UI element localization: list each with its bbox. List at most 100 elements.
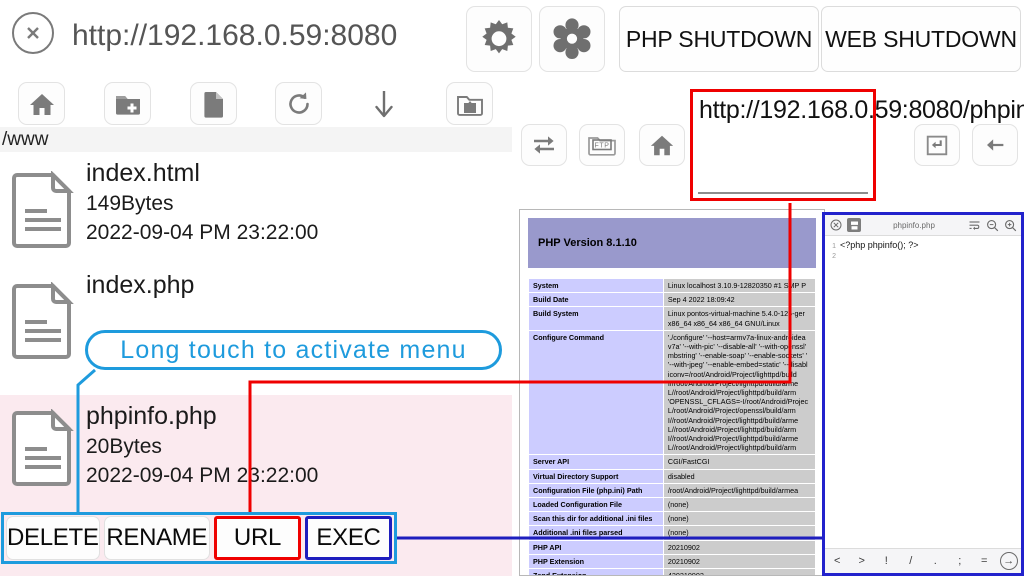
phpinfo-key: Zend Extension: [528, 568, 664, 575]
file-name: index.php: [86, 271, 195, 299]
phpinfo-key: Server API: [528, 454, 664, 470]
url-underline: [698, 192, 868, 194]
line-number: 2: [832, 253, 836, 260]
context-action-bar: DELETE RENAME URL EXEC: [1, 512, 397, 564]
phpinfo-value: disabled: [662, 468, 817, 484]
phpinfo-row: Server API CGI/FastCGI: [528, 454, 817, 470]
phpinfo-value: (none): [662, 497, 817, 513]
phpinfo-value: Sep 4 2022 18:09:42: [662, 292, 817, 308]
phpinfo-key: Build System: [528, 306, 664, 331]
phpinfo-row: Virtual Directory Support disabled: [528, 468, 817, 484]
phpinfo-row: Configure Command './configure' '--host=a…: [528, 329, 817, 456]
zoom-out-icon[interactable]: [985, 218, 999, 232]
top-url-bar: http://192.168.0.59:8080 PHP SHUTDOWN WE…: [0, 0, 1024, 78]
current-path-label: /www: [0, 127, 512, 152]
file-date: 2022-09-04 PM 23:22:00: [86, 221, 319, 244]
phpinfo-key: PHP Extension: [528, 553, 664, 570]
key-lt[interactable]: <: [828, 555, 846, 567]
phpinfo-key: Configuration File (php.ini) Path: [528, 482, 664, 499]
long-touch-callout: Long touch to activate menu: [85, 330, 502, 370]
phpinfo-value: /root/Android/Project/lighttpd/build/arm…: [662, 482, 817, 499]
file-name: index.html: [86, 159, 200, 187]
enter-arrow-icon[interactable]: →: [999, 552, 1018, 570]
web-shutdown-button[interactable]: WEB SHUTDOWN: [821, 6, 1021, 72]
phpinfo-value: Linux pontos-virtual-machine 5.4.0-125-g…: [662, 306, 817, 331]
phpinfo-key: Configure Command: [528, 329, 664, 456]
file-list-item[interactable]: index.html 149Bytes 2022-09-04 PM 23:22:…: [0, 152, 512, 262]
new-file-icon[interactable]: [190, 82, 237, 125]
phpinfo-row: Zend Extension 420210902: [528, 568, 817, 575]
rename-button[interactable]: RENAME: [103, 516, 210, 560]
file-name: phpinfo.php: [86, 402, 217, 430]
zoom-in-icon[interactable]: [1003, 218, 1017, 232]
phpinfo-key: Virtual Directory Support: [528, 468, 664, 484]
phpinfo-key: System: [528, 277, 664, 294]
key-equals[interactable]: =: [975, 555, 993, 567]
file-size: 149Bytes: [86, 192, 174, 215]
phpinfo-panel[interactable]: PHP Version 8.1.10 System Linux localhost…: [519, 209, 825, 576]
key-gt[interactable]: >: [853, 555, 871, 567]
phpinfo-row: Build Date Sep 4 2022 18:09:42: [528, 292, 817, 308]
editor-line: 2: [825, 253, 1021, 266]
phpinfo-row: Configuration File (php.ini) Path/root/A…: [528, 482, 817, 499]
key-bang[interactable]: !: [877, 555, 895, 567]
phpinfo-key: Build Date: [528, 292, 664, 308]
phpinfo-row: PHP Extension 20210902: [528, 553, 817, 570]
phpinfo-key: Additional .ini files parsed: [528, 525, 664, 541]
server-url-label: http://192.168.0.59:8080: [72, 19, 398, 52]
phpinfo-value: Linux localhost 3.10.9-12820350 #1 SMP P: [662, 277, 817, 294]
phpinfo-value: 20210902: [662, 539, 817, 555]
gear-outline-icon[interactable]: [466, 6, 532, 72]
new-folder-icon[interactable]: [104, 82, 151, 125]
phpinfo-key: PHP API: [528, 539, 664, 555]
close-circle-icon[interactable]: [829, 218, 843, 232]
phpinfo-key: Loaded Configuration File: [528, 497, 664, 513]
delete-button[interactable]: DELETE: [6, 516, 100, 560]
url-annotation-box: http://192.168.0.59:8080/phpinfo.php: [690, 89, 1024, 201]
file-icon: [0, 395, 86, 495]
line-number: 1: [832, 243, 836, 250]
file-list-item-selected[interactable]: phpinfo.php 20Bytes 2022-09-04 PM 23:22:…: [0, 395, 512, 495]
home-icon[interactable]: [639, 124, 685, 166]
phpinfo-value: 420210902: [662, 568, 817, 575]
file-size: 20Bytes: [86, 435, 162, 458]
phpinfo-row: Loaded Configuration File (none): [528, 497, 817, 513]
word-wrap-icon[interactable]: [967, 218, 981, 232]
file-icon: [0, 264, 86, 372]
phpinfo-value: (none): [662, 511, 817, 527]
back-arrow-icon[interactable]: [972, 124, 1018, 166]
url-annotation-text: http://192.168.0.59:8080/phpinfo.php: [699, 96, 1024, 124]
file-icon: [0, 152, 86, 262]
ftp-icon[interactable]: FTP: [579, 124, 625, 166]
gear-solid-icon[interactable]: [539, 6, 605, 72]
close-circle-icon[interactable]: [12, 12, 54, 54]
transfer-icon[interactable]: [521, 124, 567, 166]
phpinfo-value: CGI/FastCGI: [662, 454, 817, 470]
phpinfo-row: System Linux localhost 3.10.9-12820350 #1…: [528, 277, 817, 294]
exec-button[interactable]: EXEC: [304, 516, 392, 560]
phpinfo-value: (none): [662, 525, 817, 541]
phpinfo-key: Scan this dir for additional .ini files: [528, 511, 664, 527]
save-disk-icon[interactable]: [847, 218, 861, 232]
phpinfo-value: 20210902: [662, 553, 817, 570]
phpinfo-value: './configure' '--host=armv7a-linux-andro…: [662, 329, 817, 456]
editor-code-area[interactable]: 1 <?php phpinfo(); ?> 2: [825, 236, 1021, 532]
home-icon[interactable]: [18, 82, 65, 125]
php-shutdown-button[interactable]: PHP SHUTDOWN: [619, 6, 819, 72]
file-date: 2022-09-04 PM 23:22:00: [86, 464, 319, 487]
php-version-header: PHP Version 8.1.10: [528, 218, 816, 268]
key-slash[interactable]: /: [902, 555, 920, 567]
phpinfo-row: Additional .ini files parsed (none): [528, 525, 817, 541]
editor-file-title: phpinfo.php: [893, 220, 935, 230]
url-button[interactable]: URL: [213, 516, 301, 560]
reload-icon[interactable]: [275, 82, 322, 125]
phpinfo-row: Scan this dir for additional .ini files(…: [528, 511, 817, 527]
phpinfo-row: PHP API 20210902: [528, 539, 817, 555]
download-icon[interactable]: [360, 82, 407, 125]
key-semicolon[interactable]: ;: [951, 555, 969, 567]
key-dot[interactable]: .: [926, 555, 944, 567]
upload-folder-icon[interactable]: [446, 82, 493, 125]
svg-text:FTP: FTP: [594, 142, 609, 149]
code-editor-window[interactable]: phpinfo.php 1 <?php phpinfo(); ?> 2 < > …: [822, 212, 1024, 576]
open-in-icon[interactable]: [914, 124, 960, 166]
